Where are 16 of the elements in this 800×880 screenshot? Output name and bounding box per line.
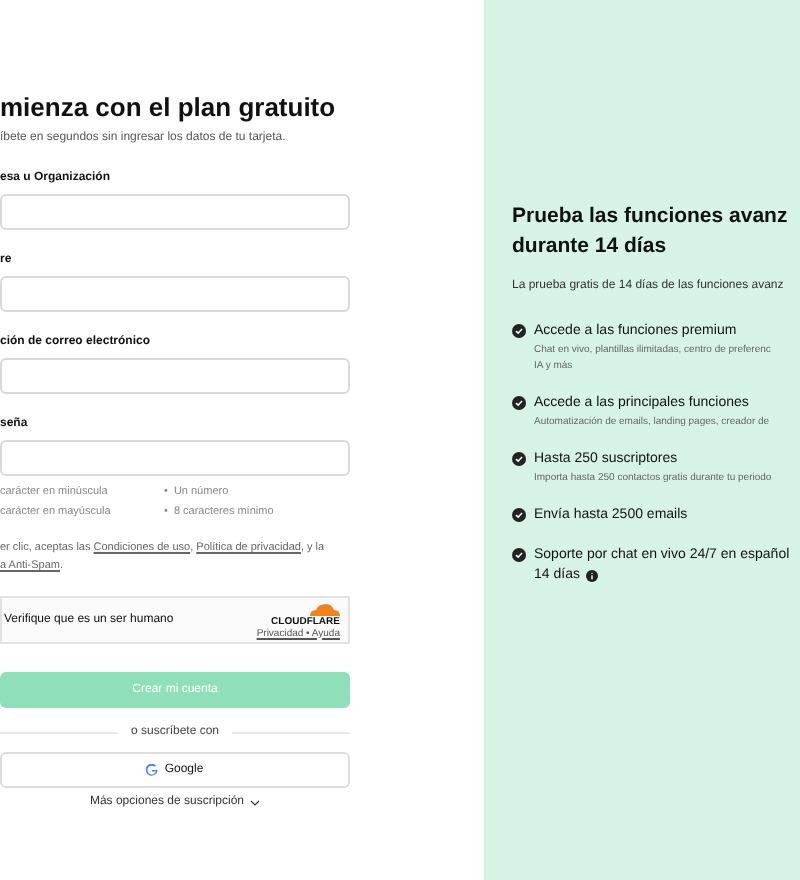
input-field[interactable] (0, 194, 350, 230)
page-title: mienza con el plan gratuito (0, 92, 338, 124)
chevron-down-icon (250, 800, 261, 806)
trial-title: durante 14 días (512, 232, 669, 262)
input-field[interactable] (0, 276, 350, 312)
check-circle-icon (512, 396, 526, 410)
check-circle-icon (512, 452, 526, 466)
input-field[interactable] (0, 440, 350, 476)
check-circle-icon (512, 324, 526, 338)
google-icon (146, 764, 159, 776)
check-circle-icon (512, 508, 526, 522)
info-icon[interactable] (585, 570, 598, 582)
input-field[interactable] (0, 358, 350, 394)
cloud-logo-icon (308, 601, 340, 615)
trial-title: Prueba las funciones avanz (512, 202, 790, 232)
check-circle-icon (512, 548, 526, 562)
